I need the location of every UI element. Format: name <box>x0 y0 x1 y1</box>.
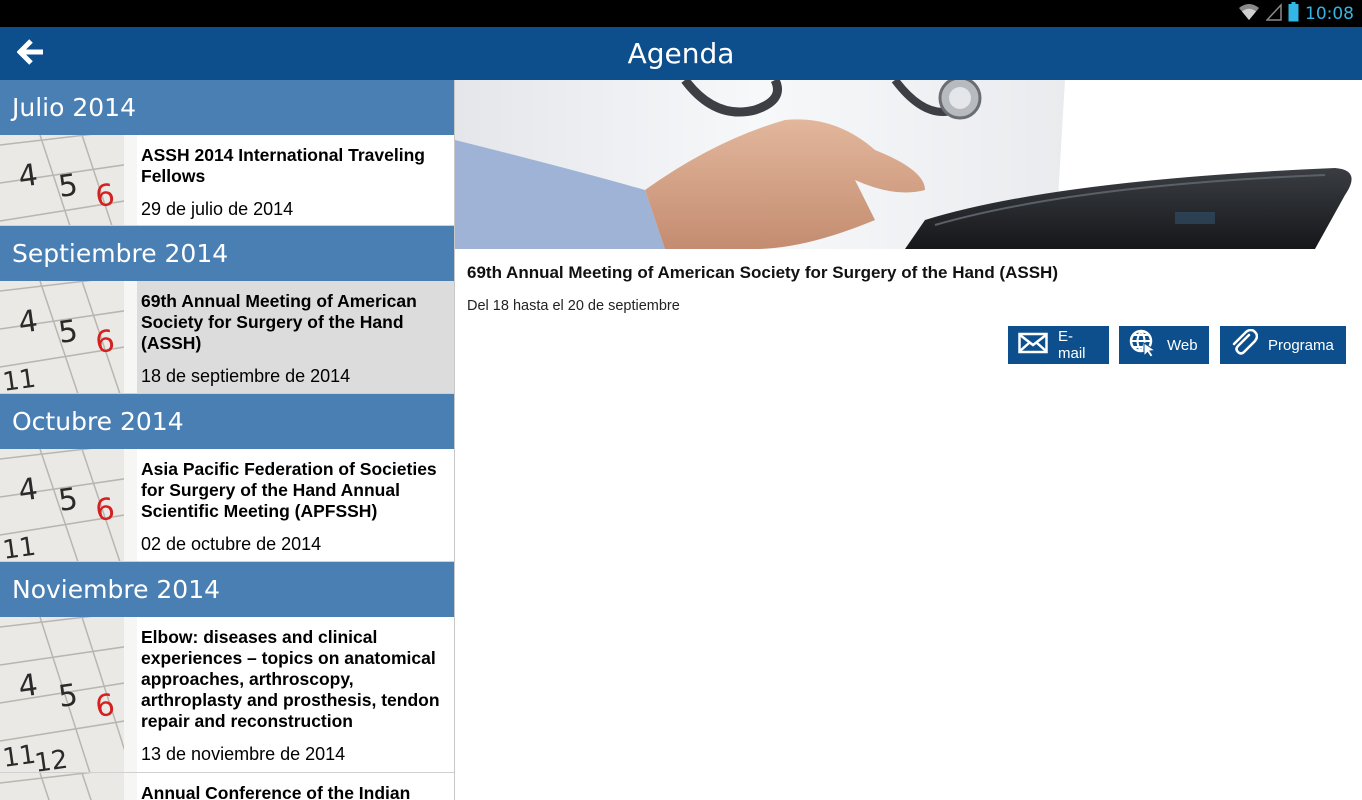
event-date: 02 de octubre de 2014 <box>141 534 322 554</box>
email-button[interactable]: E-mail <box>1008 326 1109 364</box>
detail-dates: Del 18 hasta el 20 de septiembre <box>467 298 680 314</box>
program-button[interactable]: Programa <box>1220 326 1346 364</box>
list-item[interactable]: Annual Conference of the Indian <box>0 773 454 800</box>
month-header: Octubre 2014 <box>0 394 454 449</box>
month-header: Noviembre 2014 <box>0 562 454 617</box>
event-title: ASSH 2014 International Traveling Fellow… <box>141 145 425 186</box>
wifi-icon <box>1238 3 1260 26</box>
page-title: Agenda <box>627 37 735 70</box>
list-item[interactable]: 4 5 6 ASSH 2014 International Traveling … <box>0 135 454 226</box>
list-item[interactable]: 4 5 6 11 12 Elbow: diseases and clinical… <box>0 617 454 773</box>
svg-text:11: 11 <box>1 532 38 561</box>
event-title: Annual Conference of the Indian <box>141 783 411 800</box>
status-bar: 10:08 <box>0 0 1362 27</box>
signal-icon <box>1265 2 1282 26</box>
calendar-thumbnail: 4 5 6 <box>0 135 137 225</box>
hero-image <box>455 80 1362 249</box>
svg-text:12: 12 <box>33 745 70 772</box>
calendar-thumbnail <box>0 773 137 800</box>
event-title: Elbow: diseases and clinical experiences… <box>141 627 440 731</box>
program-button-label: Programa <box>1268 336 1334 354</box>
envelope-icon <box>1018 332 1048 358</box>
web-button-label: Web <box>1167 336 1198 354</box>
calendar-thumbnail: 4 5 6 11 12 <box>0 617 137 772</box>
status-time: 10:08 <box>1305 4 1354 24</box>
list-item[interactable]: 4 5 6 11 Asia Pacific Federation of Soci… <box>0 449 454 562</box>
paperclip-icon <box>1230 328 1259 361</box>
web-button[interactable]: Web <box>1119 326 1209 364</box>
event-date: 29 de julio de 2014 <box>141 199 294 219</box>
calendar-thumbnail: 4 5 6 11 <box>0 281 137 393</box>
globe-cursor-icon <box>1129 329 1157 361</box>
month-header: Julio 2014 <box>0 80 454 135</box>
app-bar: Agenda <box>0 27 1362 80</box>
battery-icon <box>1288 1 1299 27</box>
detail-title: 69th Annual Meeting of American Society … <box>467 263 1058 282</box>
arrow-left-icon <box>16 38 45 71</box>
event-title: 69th Annual Meeting of American Society … <box>141 291 417 353</box>
event-date: 18 de septiembre de 2014 <box>141 366 351 386</box>
event-date: 13 de noviembre de 2014 <box>141 744 346 764</box>
svg-text:11: 11 <box>1 740 38 772</box>
calendar-thumbnail: 4 5 6 11 <box>0 449 137 561</box>
svg-text:11: 11 <box>1 364 38 393</box>
email-button-label: E-mail <box>1058 328 1086 362</box>
agenda-list[interactable]: Julio 2014 4 5 6 ASSH 2014 International… <box>0 80 455 800</box>
status-icons: 10:08 <box>1238 1 1354 27</box>
month-header: Septiembre 2014 <box>0 226 454 281</box>
event-title: Asia Pacific Federation of Societies for… <box>141 459 437 521</box>
event-detail: 69th Annual Meeting of American Society … <box>455 80 1362 800</box>
list-item[interactable]: 4 5 6 11 69th Annual Meeting of American… <box>0 281 454 394</box>
back-button[interactable] <box>12 35 50 73</box>
